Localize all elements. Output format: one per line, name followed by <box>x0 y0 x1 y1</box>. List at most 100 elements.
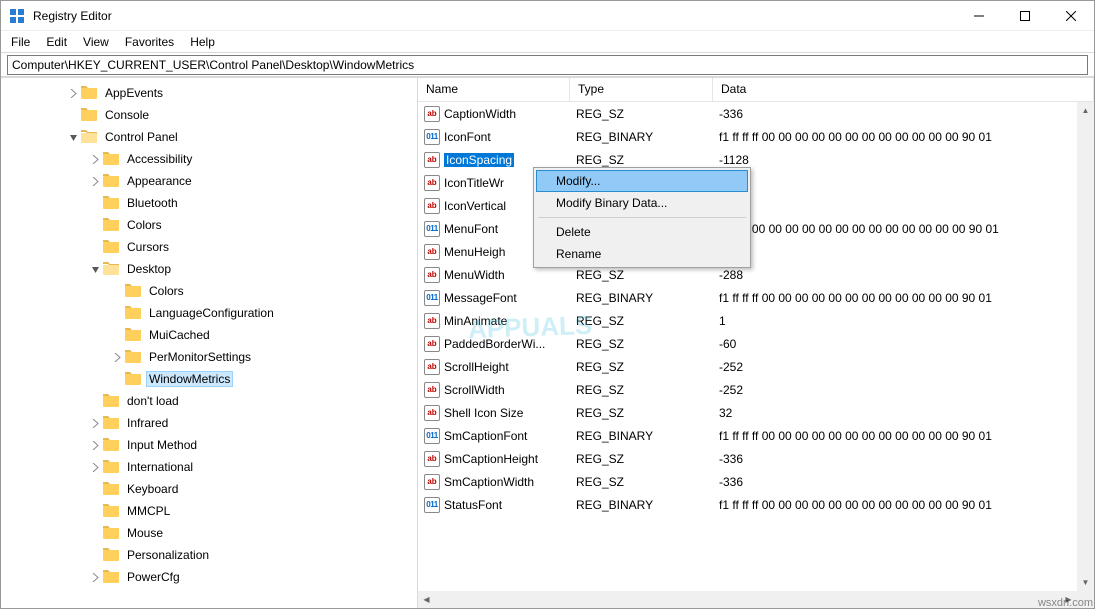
value-data: -336 <box>713 475 1094 489</box>
tree-node[interactable]: Accessibility <box>89 148 417 170</box>
tree-node[interactable]: Personalization <box>89 544 417 566</box>
value-row[interactable]: 011MessageFontREG_BINARYf1 ff ff ff 00 0… <box>418 286 1094 309</box>
tree-label: Colors <box>147 284 186 298</box>
expander-placeholder <box>111 329 123 341</box>
tree-label: AppEvents <box>103 86 165 100</box>
tree-node[interactable]: Console <box>67 104 417 126</box>
column-name[interactable]: Name <box>418 78 570 101</box>
chevron-down-icon[interactable] <box>67 131 79 143</box>
tree-node[interactable]: Appearance <box>89 170 417 192</box>
menu-file[interactable]: File <box>3 33 38 51</box>
scroll-up-icon[interactable]: ▲ <box>1077 102 1094 119</box>
value-row[interactable]: abSmCaptionHeightREG_SZ-336 <box>418 447 1094 470</box>
string-value-icon: ab <box>424 336 440 352</box>
menu-view[interactable]: View <box>75 33 117 51</box>
chevron-right-icon[interactable] <box>89 439 101 451</box>
menu-favorites[interactable]: Favorites <box>117 33 182 51</box>
column-data[interactable]: Data <box>713 78 1094 101</box>
value-row[interactable]: abSmCaptionWidthREG_SZ-336 <box>418 470 1094 493</box>
chevron-right-icon[interactable] <box>89 571 101 583</box>
chevron-right-icon[interactable] <box>89 153 101 165</box>
tree-label: MMCPL <box>125 504 172 518</box>
value-row[interactable]: 011SmCaptionFontREG_BINARYf1 ff ff ff 00… <box>418 424 1094 447</box>
tree-node[interactable]: don't load <box>89 390 417 412</box>
chevron-right-icon[interactable] <box>89 417 101 429</box>
window-title: Registry Editor <box>33 9 956 23</box>
tree-node[interactable]: Cursors <box>89 236 417 258</box>
value-type: REG_BINARY <box>570 498 713 512</box>
value-name: MessageFont <box>444 291 517 305</box>
tree-node[interactable]: WindowMetrics <box>111 368 417 390</box>
minimize-button[interactable] <box>956 1 1002 31</box>
binary-value-icon: 011 <box>424 428 440 444</box>
folder-icon <box>103 394 119 408</box>
tree-node[interactable]: PowerCfg <box>89 566 417 588</box>
value-row[interactable]: abCaptionWidthREG_SZ-336 <box>418 102 1094 125</box>
context-modify-binary[interactable]: Modify Binary Data... <box>536 192 748 214</box>
close-button[interactable] <box>1048 1 1094 31</box>
value-row[interactable]: abShell Icon SizeREG_SZ32 <box>418 401 1094 424</box>
value-type: REG_SZ <box>570 406 713 420</box>
tree-node[interactable]: Mouse <box>89 522 417 544</box>
value-row[interactable]: abMenuWidthREG_SZ-288 <box>418 263 1094 286</box>
value-row[interactable]: abScrollHeightREG_SZ-252 <box>418 355 1094 378</box>
tree-node[interactable]: Infrared <box>89 412 417 434</box>
value-row[interactable]: 011IconFontREG_BINARYf1 ff ff ff 00 00 0… <box>418 125 1094 148</box>
values-list[interactable]: APPUALS abCaptionWidthREG_SZ-336011IconF… <box>418 102 1094 608</box>
tree-node[interactable]: PerMonitorSettings <box>111 346 417 368</box>
value-row[interactable]: abMinAnimateREG_SZ1 <box>418 309 1094 332</box>
value-row[interactable]: 011MenuFontf1 ff ff 00 00 00 00 00 00 00… <box>418 217 1094 240</box>
tree-node[interactable]: Input Method <box>89 434 417 456</box>
value-name: IconSpacing <box>444 153 514 167</box>
expander-placeholder <box>89 197 101 209</box>
chevron-right-icon[interactable] <box>111 351 123 363</box>
tree-node[interactable]: Keyboard <box>89 478 417 500</box>
value-type: REG_SZ <box>570 153 713 167</box>
tree-node[interactable]: MuiCached <box>111 324 417 346</box>
value-row[interactable]: abMenuHeigh <box>418 240 1094 263</box>
tree-label: Input Method <box>125 438 199 452</box>
tree-node[interactable]: Control Panel <box>67 126 417 148</box>
string-value-icon: ab <box>424 382 440 398</box>
scroll-down-icon[interactable]: ▼ <box>1077 574 1094 591</box>
vertical-scrollbar[interactable]: ▲ ▼ <box>1077 102 1094 591</box>
title-bar: Registry Editor <box>1 1 1094 31</box>
value-data: f1 ff ff ff 00 00 00 00 00 00 00 00 00 0… <box>713 498 1094 512</box>
tree-node[interactable]: Colors <box>89 214 417 236</box>
binary-value-icon: 011 <box>424 497 440 513</box>
tree-node[interactable]: MMCPL <box>89 500 417 522</box>
tree-node[interactable]: International <box>89 456 417 478</box>
maximize-button[interactable] <box>1002 1 1048 31</box>
tree-node[interactable]: Bluetooth <box>89 192 417 214</box>
scroll-left-icon[interactable]: ◀ <box>418 591 435 608</box>
folder-icon <box>103 460 119 474</box>
value-type: REG_BINARY <box>570 429 713 443</box>
value-row[interactable]: abIconTitleWr <box>418 171 1094 194</box>
tree-node[interactable]: Desktop <box>89 258 417 280</box>
tree-node[interactable]: Colors <box>111 280 417 302</box>
context-delete[interactable]: Delete <box>536 221 748 243</box>
address-input[interactable]: Computer\HKEY_CURRENT_USER\Control Panel… <box>7 55 1088 75</box>
chevron-right-icon[interactable] <box>89 461 101 473</box>
expander-placeholder <box>89 505 101 517</box>
horizontal-scrollbar[interactable]: ◀ ▶ <box>418 591 1077 608</box>
chevron-right-icon[interactable] <box>67 87 79 99</box>
value-row[interactable]: 011StatusFontREG_BINARYf1 ff ff ff 00 00… <box>418 493 1094 516</box>
scroll-right-icon[interactable]: ▶ <box>1060 591 1077 608</box>
menu-help[interactable]: Help <box>182 33 223 51</box>
chevron-right-icon[interactable] <box>89 175 101 187</box>
menu-edit[interactable]: Edit <box>38 33 75 51</box>
tree-pane[interactable]: AppEvents ConsoleControl PanelAccessibili… <box>1 78 418 608</box>
context-modify[interactable]: Modify... <box>536 170 748 192</box>
value-row[interactable]: abScrollWidthREG_SZ-252 <box>418 378 1094 401</box>
column-type[interactable]: Type <box>570 78 713 101</box>
value-row[interactable]: abIconSpacingREG_SZ-1128 <box>418 148 1094 171</box>
value-row[interactable]: abPaddedBorderWi...REG_SZ-60 <box>418 332 1094 355</box>
value-row[interactable]: abIconVertical28 <box>418 194 1094 217</box>
tree-node[interactable]: LanguageConfiguration <box>111 302 417 324</box>
expander-placeholder <box>67 109 79 121</box>
tree-node[interactable]: AppEvents <box>67 82 417 104</box>
value-type: REG_SZ <box>570 337 713 351</box>
chevron-down-icon[interactable] <box>89 263 101 275</box>
context-rename[interactable]: Rename <box>536 243 748 265</box>
